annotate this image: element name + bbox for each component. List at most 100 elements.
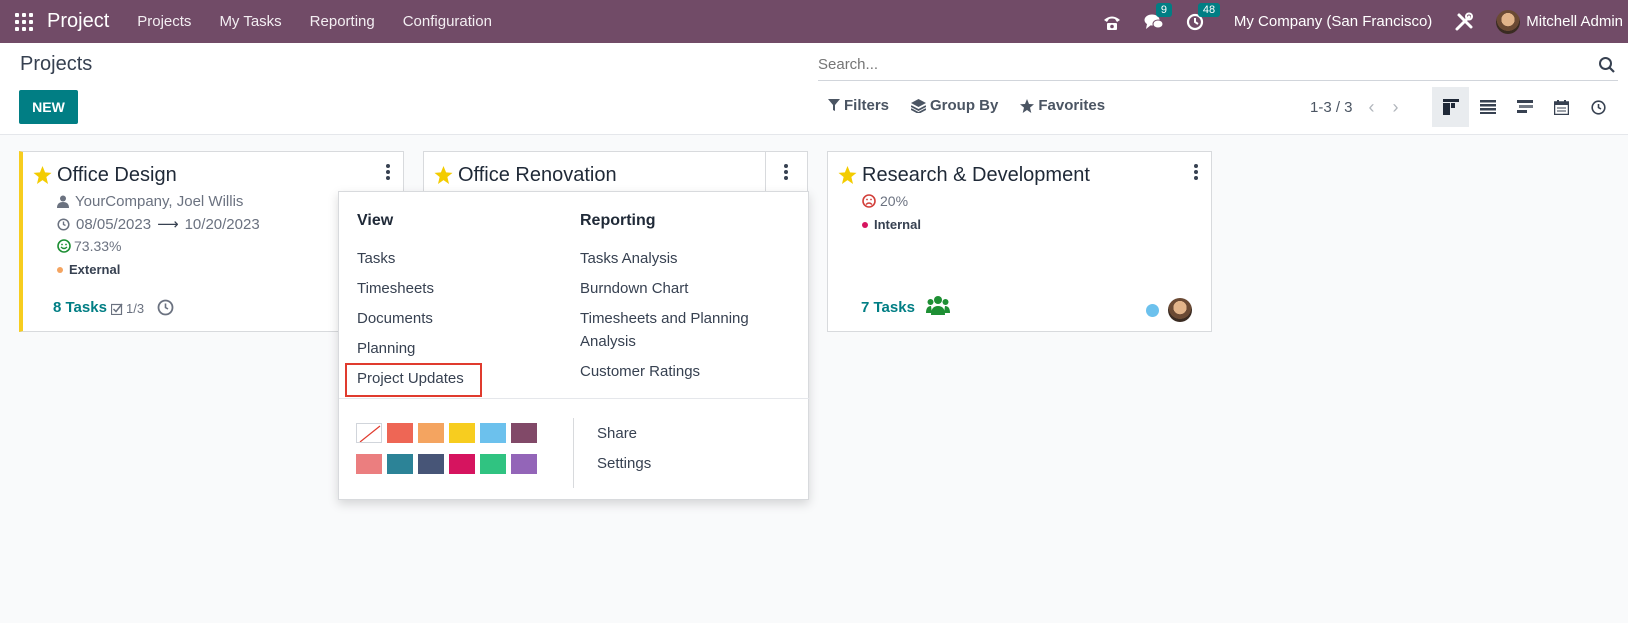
arrow-right-icon: ⟶ <box>157 216 179 233</box>
share-item[interactable]: Share <box>597 422 637 445</box>
color-swatch[interactable] <box>418 454 444 474</box>
status-dot-icon[interactable] <box>1146 304 1159 317</box>
search-input[interactable] <box>818 56 1578 73</box>
favorites-label: Favorites <box>1038 97 1106 114</box>
reporting-item-tasks-analysis[interactable]: Tasks Analysis <box>580 247 678 270</box>
menu-projects[interactable]: Projects <box>137 13 191 30</box>
project-card[interactable]: Research & Development 20% Internal 7 Ta… <box>827 151 1212 332</box>
smile-icon <box>57 239 71 253</box>
project-rating: 73.33% <box>57 238 121 254</box>
reporting-item-burndown-chart[interactable]: Burndown Chart <box>580 277 688 300</box>
settings-item[interactable]: Settings <box>597 452 651 475</box>
view-item-planning[interactable]: Planning <box>357 337 415 360</box>
card-menu-kebab-icon[interactable] <box>1193 164 1199 182</box>
rating-value: 73.33% <box>74 238 122 254</box>
project-tag: Internal <box>862 217 921 232</box>
list-view-icon[interactable] <box>1469 87 1506 127</box>
color-swatch[interactable] <box>387 454 413 474</box>
followers-group-icon[interactable] <box>926 295 950 320</box>
view-item-timesheets[interactable]: Timesheets <box>357 277 434 300</box>
tag-label: External <box>69 262 121 277</box>
app-brand[interactable]: Project <box>47 10 109 33</box>
favorite-star-icon[interactable] <box>838 166 857 189</box>
project-tag: External <box>57 262 120 277</box>
favorite-star-icon[interactable] <box>434 166 453 189</box>
chevron-left-icon[interactable]: ‹ <box>1369 97 1375 118</box>
color-swatch[interactable] <box>356 454 382 474</box>
date-end: 10/20/2023 <box>184 215 260 233</box>
color-swatch[interactable] <box>449 423 475 443</box>
calendar-view-icon[interactable] <box>1543 87 1580 127</box>
tasks-link[interactable]: 8 Tasks <box>53 299 107 316</box>
color-swatch[interactable] <box>387 423 413 443</box>
milestones-counter: 1/3 <box>111 301 144 316</box>
dropdown-vertical-divider <box>573 418 574 488</box>
favorites-button[interactable]: Favorites <box>1020 97 1105 114</box>
company-switcher[interactable]: My Company (San Francisco) <box>1234 13 1432 30</box>
view-item-tasks[interactable]: Tasks <box>357 247 395 270</box>
project-card-dropdown: View Tasks Timesheets Documents Planning… <box>338 191 810 500</box>
assignee-avatar[interactable] <box>1168 298 1192 322</box>
filter-icon <box>828 99 840 111</box>
control-panel: Projects NEW Filters Group By Favorites … <box>0 43 1628 135</box>
color-swatch-none[interactable] <box>356 423 382 443</box>
menu-reporting[interactable]: Reporting <box>310 13 375 30</box>
project-customer: YourCompany, Joel Willis <box>57 193 243 210</box>
menu-my-tasks[interactable]: My Tasks <box>219 13 281 30</box>
messages-icon[interactable]: 9 <box>1144 2 1173 31</box>
reporting-item-customer-ratings[interactable]: Customer Ratings <box>580 360 700 383</box>
group-by-label: Group By <box>930 97 999 114</box>
star-icon <box>1020 98 1035 113</box>
activities-clock-icon[interactable]: 48 <box>1186 2 1221 31</box>
user-menu[interactable]: Mitchell Admin <box>1496 9 1623 34</box>
color-swatch[interactable] <box>511 423 537 443</box>
search-bar <box>818 49 1618 81</box>
card-menu-kebab-icon[interactable] <box>783 164 789 182</box>
dropdown-divider <box>339 398 810 399</box>
activities-badge: 48 <box>1197 2 1221 17</box>
pager: 1-3 / 3 ‹ › <box>1310 97 1399 118</box>
reporting-item-timesheets-planning[interactable]: Timesheets and Planning Analysis <box>580 307 770 353</box>
activity-clock-icon[interactable] <box>157 299 174 321</box>
page-title: Projects <box>20 53 93 75</box>
project-dates: 08/05/2023 ⟶ 10/20/2023 <box>57 215 260 233</box>
tasks-link[interactable]: 7 Tasks <box>861 299 915 316</box>
checkbox-icon <box>111 303 123 315</box>
reporting-heading: Reporting <box>580 212 656 229</box>
search-icon[interactable] <box>1598 56 1616 79</box>
view-item-project-updates[interactable]: Project Updates <box>357 367 464 390</box>
layers-icon <box>911 98 927 113</box>
color-swatch[interactable] <box>449 454 475 474</box>
project-title: Office Design <box>57 164 177 186</box>
project-title: Research & Development <box>862 164 1090 186</box>
top-navbar: Project Projects My Tasks Reporting Conf… <box>0 0 1628 43</box>
color-swatch[interactable] <box>418 423 444 443</box>
filters-button[interactable]: Filters <box>828 97 889 114</box>
card-menu-kebab-icon[interactable] <box>385 164 391 182</box>
app-grid-icon[interactable] <box>15 12 33 31</box>
color-swatch[interactable] <box>480 454 506 474</box>
debug-tools-icon[interactable] <box>1454 12 1474 32</box>
date-start: 08/05/2023 <box>76 215 152 233</box>
color-swatch[interactable] <box>511 454 537 474</box>
chevron-right-icon[interactable]: › <box>1393 97 1399 118</box>
customer-name: YourCompany, Joel Willis <box>75 193 244 210</box>
menu-configuration[interactable]: Configuration <box>403 13 492 30</box>
clock-icon <box>57 217 70 231</box>
card-menu-toggle[interactable] <box>765 152 807 192</box>
view-item-documents[interactable]: Documents <box>357 307 433 330</box>
phone-icon[interactable] <box>1102 13 1122 31</box>
project-title: Office Renovation <box>458 164 617 186</box>
user-name: Mitchell Admin <box>1526 13 1623 30</box>
favorite-star-icon[interactable] <box>33 166 52 189</box>
color-swatch[interactable] <box>480 423 506 443</box>
filters-label: Filters <box>844 97 890 114</box>
group-by-button[interactable]: Group By <box>911 97 998 114</box>
gantt-view-icon[interactable] <box>1506 87 1543 127</box>
view-switcher <box>1432 87 1617 127</box>
activity-view-icon[interactable] <box>1580 87 1617 127</box>
kanban-view-icon[interactable] <box>1432 87 1469 127</box>
user-icon <box>57 195 69 208</box>
new-button[interactable]: NEW <box>19 90 78 124</box>
pager-value[interactable]: 1-3 / 3 <box>1310 99 1353 116</box>
